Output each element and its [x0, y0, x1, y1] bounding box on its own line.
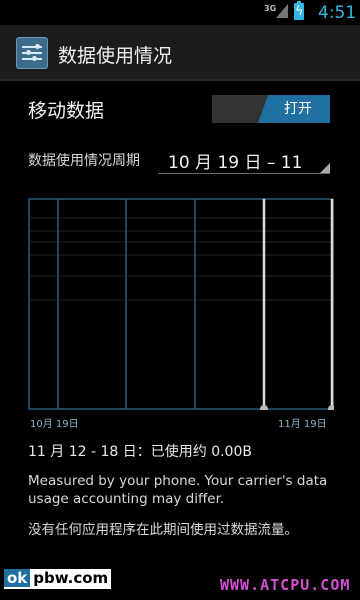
page-title: 数据使用情况: [58, 45, 173, 67]
usage-chart[interactable]: [28, 198, 334, 410]
data-usage-icon[interactable]: [16, 37, 48, 69]
chart-gridlines: [30, 217, 332, 301]
usage-summary: 11 月 12 - 18 日：已使用约 0.00B: [28, 444, 252, 460]
cycle-value: 10 月 19 日 – 11: [168, 153, 303, 173]
cycle-label: 数据使用情况周期: [28, 153, 140, 169]
no-apps-message: 没有任何应用程序在此期间使用过数据流量。: [28, 522, 298, 538]
dropdown-arrow-icon: [320, 163, 330, 173]
toggle-on-state: 打开: [258, 95, 330, 123]
status-bar: 3G ϟ 4:51: [0, 0, 360, 25]
watermark-left: ok pbw.com: [4, 569, 112, 589]
watermark-right: WWW.ATCPU.COM: [220, 576, 351, 594]
action-bar: 数据使用情况: [0, 25, 360, 81]
clock: 4:51: [318, 3, 357, 23]
mobile-data-label: 移动数据: [28, 100, 105, 122]
range-start-knob[interactable]: [260, 405, 268, 410]
network-type: 3G: [264, 4, 277, 13]
chart-end-date: 11月 19日: [278, 419, 327, 430]
range-end-knob[interactable]: [328, 405, 334, 410]
battery-charging-icon: ϟ: [294, 1, 304, 20]
signal-icon: [276, 4, 288, 18]
mobile-data-toggle[interactable]: 打开: [212, 95, 330, 123]
carrier-disclaimer: Measured by your phone. Your carrier's d…: [28, 473, 328, 507]
chart-start-date: 10月 19日: [30, 419, 79, 430]
cycle-dropdown[interactable]: 10 月 19 日 – 11: [158, 145, 330, 174]
